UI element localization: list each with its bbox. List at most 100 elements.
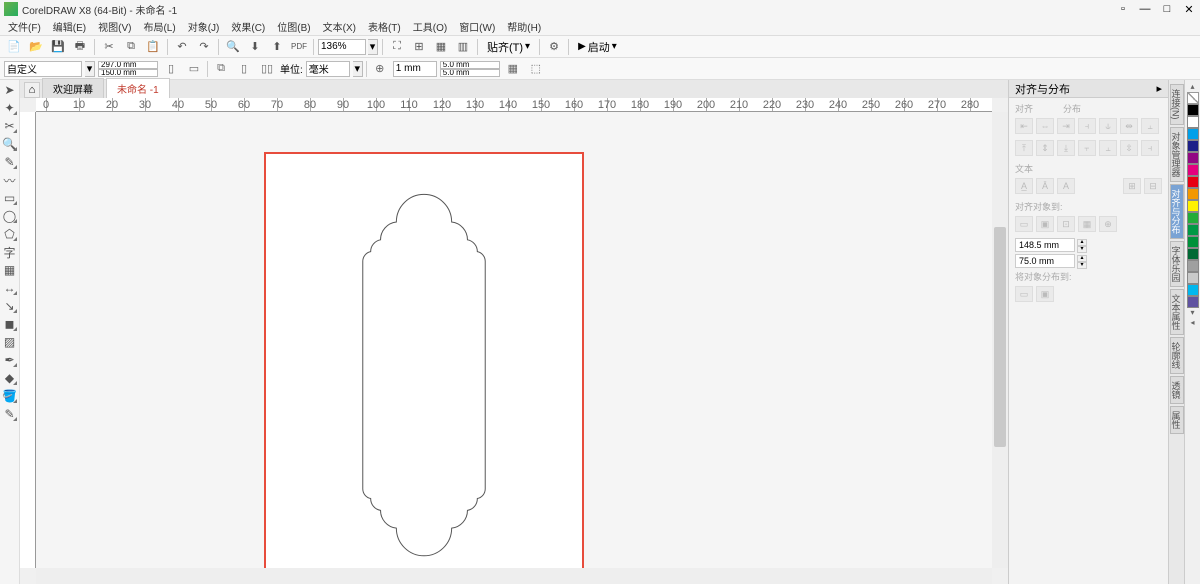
- dist-left-icon[interactable]: ⫞: [1078, 118, 1096, 134]
- pdf-icon[interactable]: PDF: [289, 38, 309, 56]
- ruler-icon[interactable]: ⊞: [409, 38, 429, 56]
- treat-as-filled-icon[interactable]: ▦: [503, 60, 523, 78]
- all-pages-icon[interactable]: ⧉: [211, 60, 231, 78]
- options-icon[interactable]: ⚙: [544, 38, 564, 56]
- color-swatch[interactable]: [1187, 248, 1199, 260]
- menu-table[interactable]: 表格(T): [364, 19, 405, 34]
- color-swatch[interactable]: [1187, 128, 1199, 140]
- color-swatch[interactable]: [1187, 116, 1199, 128]
- target-point-icon[interactable]: ⊕: [1099, 216, 1117, 232]
- guides-icon[interactable]: ▥: [453, 38, 473, 56]
- docker-tab-font-playground[interactable]: 字体乐园: [1170, 241, 1184, 287]
- color-swatch[interactable]: [1187, 236, 1199, 248]
- connector-tool-icon[interactable]: ↘: [2, 298, 18, 314]
- palette-up-icon[interactable]: ▴: [1187, 82, 1199, 92]
- docker-tab-properties[interactable]: 属性: [1170, 406, 1184, 434]
- drawing-page[interactable]: [264, 152, 584, 568]
- search-icon[interactable]: 🔍: [223, 38, 243, 56]
- dist-right-icon[interactable]: ⫠: [1141, 118, 1159, 134]
- menu-file[interactable]: 文件(F): [4, 19, 45, 34]
- text-opt2-icon[interactable]: ⊟: [1144, 178, 1162, 194]
- color-swatch[interactable]: [1187, 140, 1199, 152]
- target-active-icon[interactable]: ▭: [1015, 216, 1033, 232]
- color-swatch[interactable]: [1187, 188, 1199, 200]
- target-x-field[interactable]: [1015, 238, 1075, 252]
- freehand-tool-icon[interactable]: ✎: [2, 154, 18, 170]
- align-bottom-icon[interactable]: ⤓: [1057, 140, 1075, 156]
- fullscreen-icon[interactable]: ⛶: [387, 38, 407, 56]
- smart-fill-icon[interactable]: 🪣: [2, 388, 18, 404]
- zoom-dropdown[interactable]: ▾: [368, 39, 378, 55]
- facing-pages-icon[interactable]: ▯▯: [257, 60, 277, 78]
- snap-button[interactable]: 贴齐(T) ▾: [482, 39, 535, 55]
- menu-object[interactable]: 对象(J): [184, 19, 224, 34]
- page-height-field[interactable]: [98, 69, 158, 77]
- menu-view[interactable]: 视图(V): [94, 19, 135, 34]
- page-preset-field[interactable]: [4, 61, 82, 77]
- preset-dropdown[interactable]: ▾: [85, 61, 95, 77]
- zoom-tool-icon[interactable]: 🔍: [2, 136, 18, 152]
- undo-icon[interactable]: ↶: [172, 38, 192, 56]
- drop-shadow-icon[interactable]: ◼: [2, 316, 18, 332]
- text-baseline-icon[interactable]: A̲: [1015, 178, 1033, 194]
- print-icon[interactable]: 🖶: [70, 38, 90, 56]
- docker-tab-align[interactable]: 对齐与分布: [1170, 184, 1184, 239]
- zoom-field[interactable]: [318, 39, 366, 55]
- close-icon[interactable]: ✕: [1182, 2, 1196, 16]
- launch-button[interactable]: ▶ 启动 ▾: [573, 39, 622, 55]
- target-grid-icon[interactable]: ▦: [1078, 216, 1096, 232]
- outline-pen-icon[interactable]: ✎: [2, 406, 18, 422]
- nudge-field[interactable]: [393, 61, 437, 77]
- color-swatch[interactable]: [1187, 176, 1199, 188]
- bounding-icon[interactable]: ⬚: [526, 60, 546, 78]
- docker-tab-connect[interactable]: 连接(N): [1170, 84, 1184, 125]
- new-icon[interactable]: 📄: [4, 38, 24, 56]
- color-swatch[interactable]: [1187, 260, 1199, 272]
- crop-tool-icon[interactable]: ✂: [2, 118, 18, 134]
- color-swatch[interactable]: [1187, 224, 1199, 236]
- shape-object[interactable]: [363, 194, 485, 555]
- x-up-icon[interactable]: ▴: [1077, 239, 1087, 246]
- dist-space-v-icon[interactable]: ⇳: [1120, 140, 1138, 156]
- grid-icon[interactable]: ▦: [431, 38, 451, 56]
- eyedropper-icon[interactable]: ✒: [2, 352, 18, 368]
- vertical-ruler[interactable]: [20, 112, 36, 568]
- pick-tool-icon[interactable]: ➤: [2, 82, 18, 98]
- color-swatch[interactable]: [1187, 284, 1199, 296]
- vertical-scrollbar[interactable]: [992, 112, 1008, 568]
- docker-tab-lens[interactable]: 透镜: [1170, 376, 1184, 404]
- color-swatch[interactable]: [1187, 152, 1199, 164]
- open-icon[interactable]: 📂: [26, 38, 46, 56]
- text-center-icon[interactable]: A: [1057, 178, 1075, 194]
- dist-top-icon[interactable]: ⫟: [1078, 140, 1096, 156]
- dist-center-v-icon[interactable]: ⫠: [1099, 140, 1117, 156]
- dist-to-page-icon[interactable]: ▣: [1036, 286, 1054, 302]
- color-swatch[interactable]: [1187, 104, 1199, 116]
- current-page-icon[interactable]: ▯: [234, 60, 254, 78]
- transparency-tool-icon[interactable]: ▨: [2, 334, 18, 350]
- page-width-field[interactable]: [98, 61, 158, 69]
- text-tool-icon[interactable]: 字: [2, 244, 18, 260]
- table-tool-icon[interactable]: ▦: [2, 262, 18, 278]
- docker-menu-icon[interactable]: ▸: [1156, 82, 1162, 95]
- color-swatch[interactable]: [1187, 272, 1199, 284]
- restore-down-icon[interactable]: ▫: [1116, 2, 1130, 16]
- export-icon[interactable]: ⬆: [267, 38, 287, 56]
- menu-effects[interactable]: 效果(C): [227, 19, 269, 34]
- interactive-fill-icon[interactable]: ◆: [2, 370, 18, 386]
- import-icon[interactable]: ⬇: [245, 38, 265, 56]
- polygon-tool-icon[interactable]: ⬠: [2, 226, 18, 242]
- dimension-tool-icon[interactable]: ↔: [2, 280, 18, 296]
- menu-window[interactable]: 窗口(W): [455, 19, 499, 34]
- palette-down-icon[interactable]: ▾: [1187, 308, 1199, 318]
- maximize-icon[interactable]: □: [1160, 2, 1174, 16]
- dist-to-selection-icon[interactable]: ▭: [1015, 286, 1033, 302]
- shape-tool-icon[interactable]: ✦: [2, 100, 18, 116]
- align-center-h-icon[interactable]: ⇔: [1036, 118, 1054, 134]
- align-top-icon[interactable]: ⤒: [1015, 140, 1033, 156]
- color-swatch[interactable]: [1187, 200, 1199, 212]
- no-color-swatch[interactable]: [1187, 92, 1199, 104]
- align-left-icon[interactable]: ⇤: [1015, 118, 1033, 134]
- text-opt1-icon[interactable]: ⊞: [1123, 178, 1141, 194]
- horizontal-scrollbar[interactable]: [36, 568, 992, 584]
